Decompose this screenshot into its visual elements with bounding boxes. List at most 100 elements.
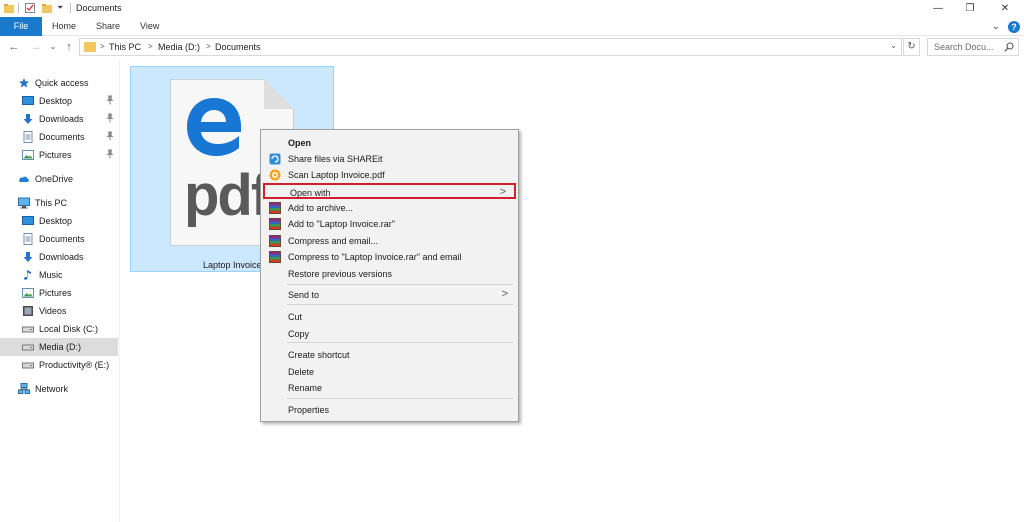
- menu-item-open-with[interactable]: Open with >: [263, 183, 516, 199]
- folder-icon[interactable]: [4, 3, 14, 13]
- sidebar-item-music[interactable]: Music: [0, 266, 118, 284]
- customize-toolbar-icon[interactable]: ⏷: [57, 3, 67, 13]
- sidebar-item-media-d[interactable]: Media (D:): [0, 338, 118, 356]
- sidebar-item-downloads[interactable]: Downloads: [0, 110, 118, 128]
- menu-item-label: Compress and email...: [288, 236, 379, 246]
- pin-icon: [106, 95, 114, 107]
- menu-separator: [287, 284, 513, 285]
- sidebar-item-videos[interactable]: Videos: [0, 302, 118, 320]
- new-folder-icon[interactable]: [42, 3, 52, 13]
- menu-item-create-shortcut[interactable]: Create shortcut: [263, 347, 516, 363]
- drive-icon: [22, 341, 34, 353]
- search-box[interactable]: Search Docu...: [927, 38, 1019, 56]
- sidebar-item-network[interactable]: Network: [0, 380, 118, 398]
- crumb-separator[interactable]: >: [100, 42, 105, 51]
- file-name[interactable]: Laptop Invoice: [203, 260, 262, 270]
- breadcrumb-documents[interactable]: Documents: [215, 42, 261, 52]
- menu-item-add-to-archive[interactable]: Add to archive...: [263, 200, 516, 216]
- close-button[interactable]: ✕: [991, 0, 1019, 17]
- breadcrumb-this-pc[interactable]: This PC: [109, 42, 141, 52]
- properties-icon[interactable]: [25, 3, 35, 13]
- pin-icon: [106, 113, 114, 125]
- search-input[interactable]: Search Docu...: [934, 42, 994, 52]
- crumb-separator[interactable]: >: [148, 42, 153, 51]
- menu-item-share-files-via-shareit[interactable]: Share files via SHAREit: [263, 151, 516, 167]
- menu-item-copy[interactable]: Copy: [263, 326, 516, 342]
- computer-icon: [18, 197, 30, 209]
- sidebar-item-label: Quick access: [35, 78, 89, 88]
- submenu-arrow-icon: >: [501, 288, 508, 300]
- shareit-icon: [269, 153, 281, 165]
- sidebar-item-pictures[interactable]: Pictures: [0, 146, 118, 164]
- menu-item-cut[interactable]: Cut: [263, 309, 516, 325]
- menu-item-label: Open: [288, 138, 312, 148]
- sidebar-item-label: Desktop: [39, 216, 73, 226]
- sidebar-item-label: Videos: [39, 306, 67, 316]
- menu-item-compress-and-email[interactable]: Compress and email...: [263, 233, 516, 249]
- tab-view[interactable]: View: [130, 17, 169, 36]
- breadcrumb-media-d[interactable]: Media (D:): [158, 42, 200, 52]
- menu-item-rename[interactable]: Rename: [263, 380, 516, 396]
- navigation-pane: Quick access Desktop Downloads Documents Pic…: [0, 66, 120, 522]
- help-icon[interactable]: ?: [1008, 20, 1020, 33]
- tab-home[interactable]: Home: [42, 17, 86, 36]
- window-title: Documents: [76, 3, 122, 13]
- menu-item-properties[interactable]: Properties: [263, 402, 516, 418]
- menu-item-label: Add to "Laptop Invoice.rar": [288, 219, 395, 229]
- title-divider: [18, 3, 19, 13]
- navigation-bar: ← → ⌄ ↑ > This PC > Media (D:) > Documen…: [0, 37, 1024, 58]
- back-button[interactable]: ←: [7, 40, 21, 54]
- pictures-icon: [22, 287, 34, 299]
- menu-item-compress-to-laptop-invoice-rar-and-email[interactable]: Compress to "Laptop Invoice.rar" and ema…: [263, 249, 516, 265]
- menu-item-label: Restore previous versions: [288, 269, 393, 279]
- sidebar-item-label: This PC: [35, 198, 68, 208]
- drive-icon: [22, 323, 34, 335]
- edge-icon: [185, 96, 243, 158]
- sidebar-item-local-disk-c[interactable]: Local Disk (C:): [0, 320, 118, 338]
- recent-locations-button[interactable]: ⌄: [46, 40, 60, 54]
- menu-item-restore-previous-versions[interactable]: Restore previous versions: [263, 266, 516, 282]
- up-button[interactable]: ↑: [62, 40, 76, 54]
- title-bar: ⏷ Documents — ❐ ✕: [0, 0, 1024, 17]
- restore-button[interactable]: ❐: [956, 0, 984, 17]
- sidebar-item-desktop[interactable]: Desktop: [0, 92, 118, 110]
- menu-separator: [287, 304, 513, 305]
- winrar-icon: [269, 202, 281, 214]
- sidebar-item-quick-access[interactable]: Quick access: [0, 74, 118, 92]
- menu-item-add-to-laptop-invoice-rar[interactable]: Add to "Laptop Invoice.rar": [263, 216, 516, 232]
- star-icon: [18, 77, 30, 89]
- crumb-separator[interactable]: >: [206, 42, 211, 51]
- sidebar-item-documents[interactable]: Documents: [0, 230, 118, 248]
- address-bar[interactable]: > This PC > Media (D:) > Documents ⌄: [79, 38, 902, 56]
- minimize-button[interactable]: —: [924, 0, 952, 17]
- sidebar-item-downloads[interactable]: Downloads: [0, 248, 118, 266]
- menu-item-scan-laptop-invoice-pdf[interactable]: Scan Laptop Invoice.pdf: [263, 167, 516, 183]
- menu-item-label: Create shortcut: [288, 350, 350, 360]
- tab-share[interactable]: Share: [86, 17, 130, 36]
- search-icon: [1004, 42, 1014, 52]
- sidebar-item-documents[interactable]: Documents: [0, 128, 118, 146]
- winrar-icon: [269, 235, 281, 247]
- sidebar-item-desktop[interactable]: Desktop: [0, 212, 118, 230]
- menu-item-open[interactable]: Open: [263, 135, 516, 151]
- sidebar-item-this-pc[interactable]: This PC: [0, 194, 118, 212]
- documents-icon: [22, 131, 34, 143]
- refresh-button[interactable]: ↻: [903, 38, 920, 56]
- music-icon: [22, 269, 34, 281]
- expand-ribbon-icon[interactable]: ⌄: [992, 21, 1000, 32]
- pdf-badge: pdf: [184, 163, 270, 228]
- page-fold: [264, 79, 294, 109]
- menu-item-delete[interactable]: Delete: [263, 364, 516, 380]
- menu-item-label: Properties: [288, 405, 330, 415]
- menu-item-send-to[interactable]: Send to >: [263, 287, 516, 303]
- forward-button[interactable]: →: [29, 40, 43, 54]
- sidebar-item-pictures[interactable]: Pictures: [0, 284, 118, 302]
- sidebar-item-label: Network: [35, 384, 69, 394]
- drive-icon: [22, 359, 34, 371]
- sidebar-item-onedrive[interactable]: OneDrive: [0, 170, 118, 188]
- menu-item-label: Copy: [288, 329, 310, 339]
- sidebar-item-productivity-e[interactable]: Productivity® (E:): [0, 356, 118, 374]
- menu-item-label: Add to archive...: [288, 203, 354, 213]
- tab-file[interactable]: File: [0, 17, 42, 36]
- address-dropdown-icon[interactable]: ⌄: [890, 41, 897, 50]
